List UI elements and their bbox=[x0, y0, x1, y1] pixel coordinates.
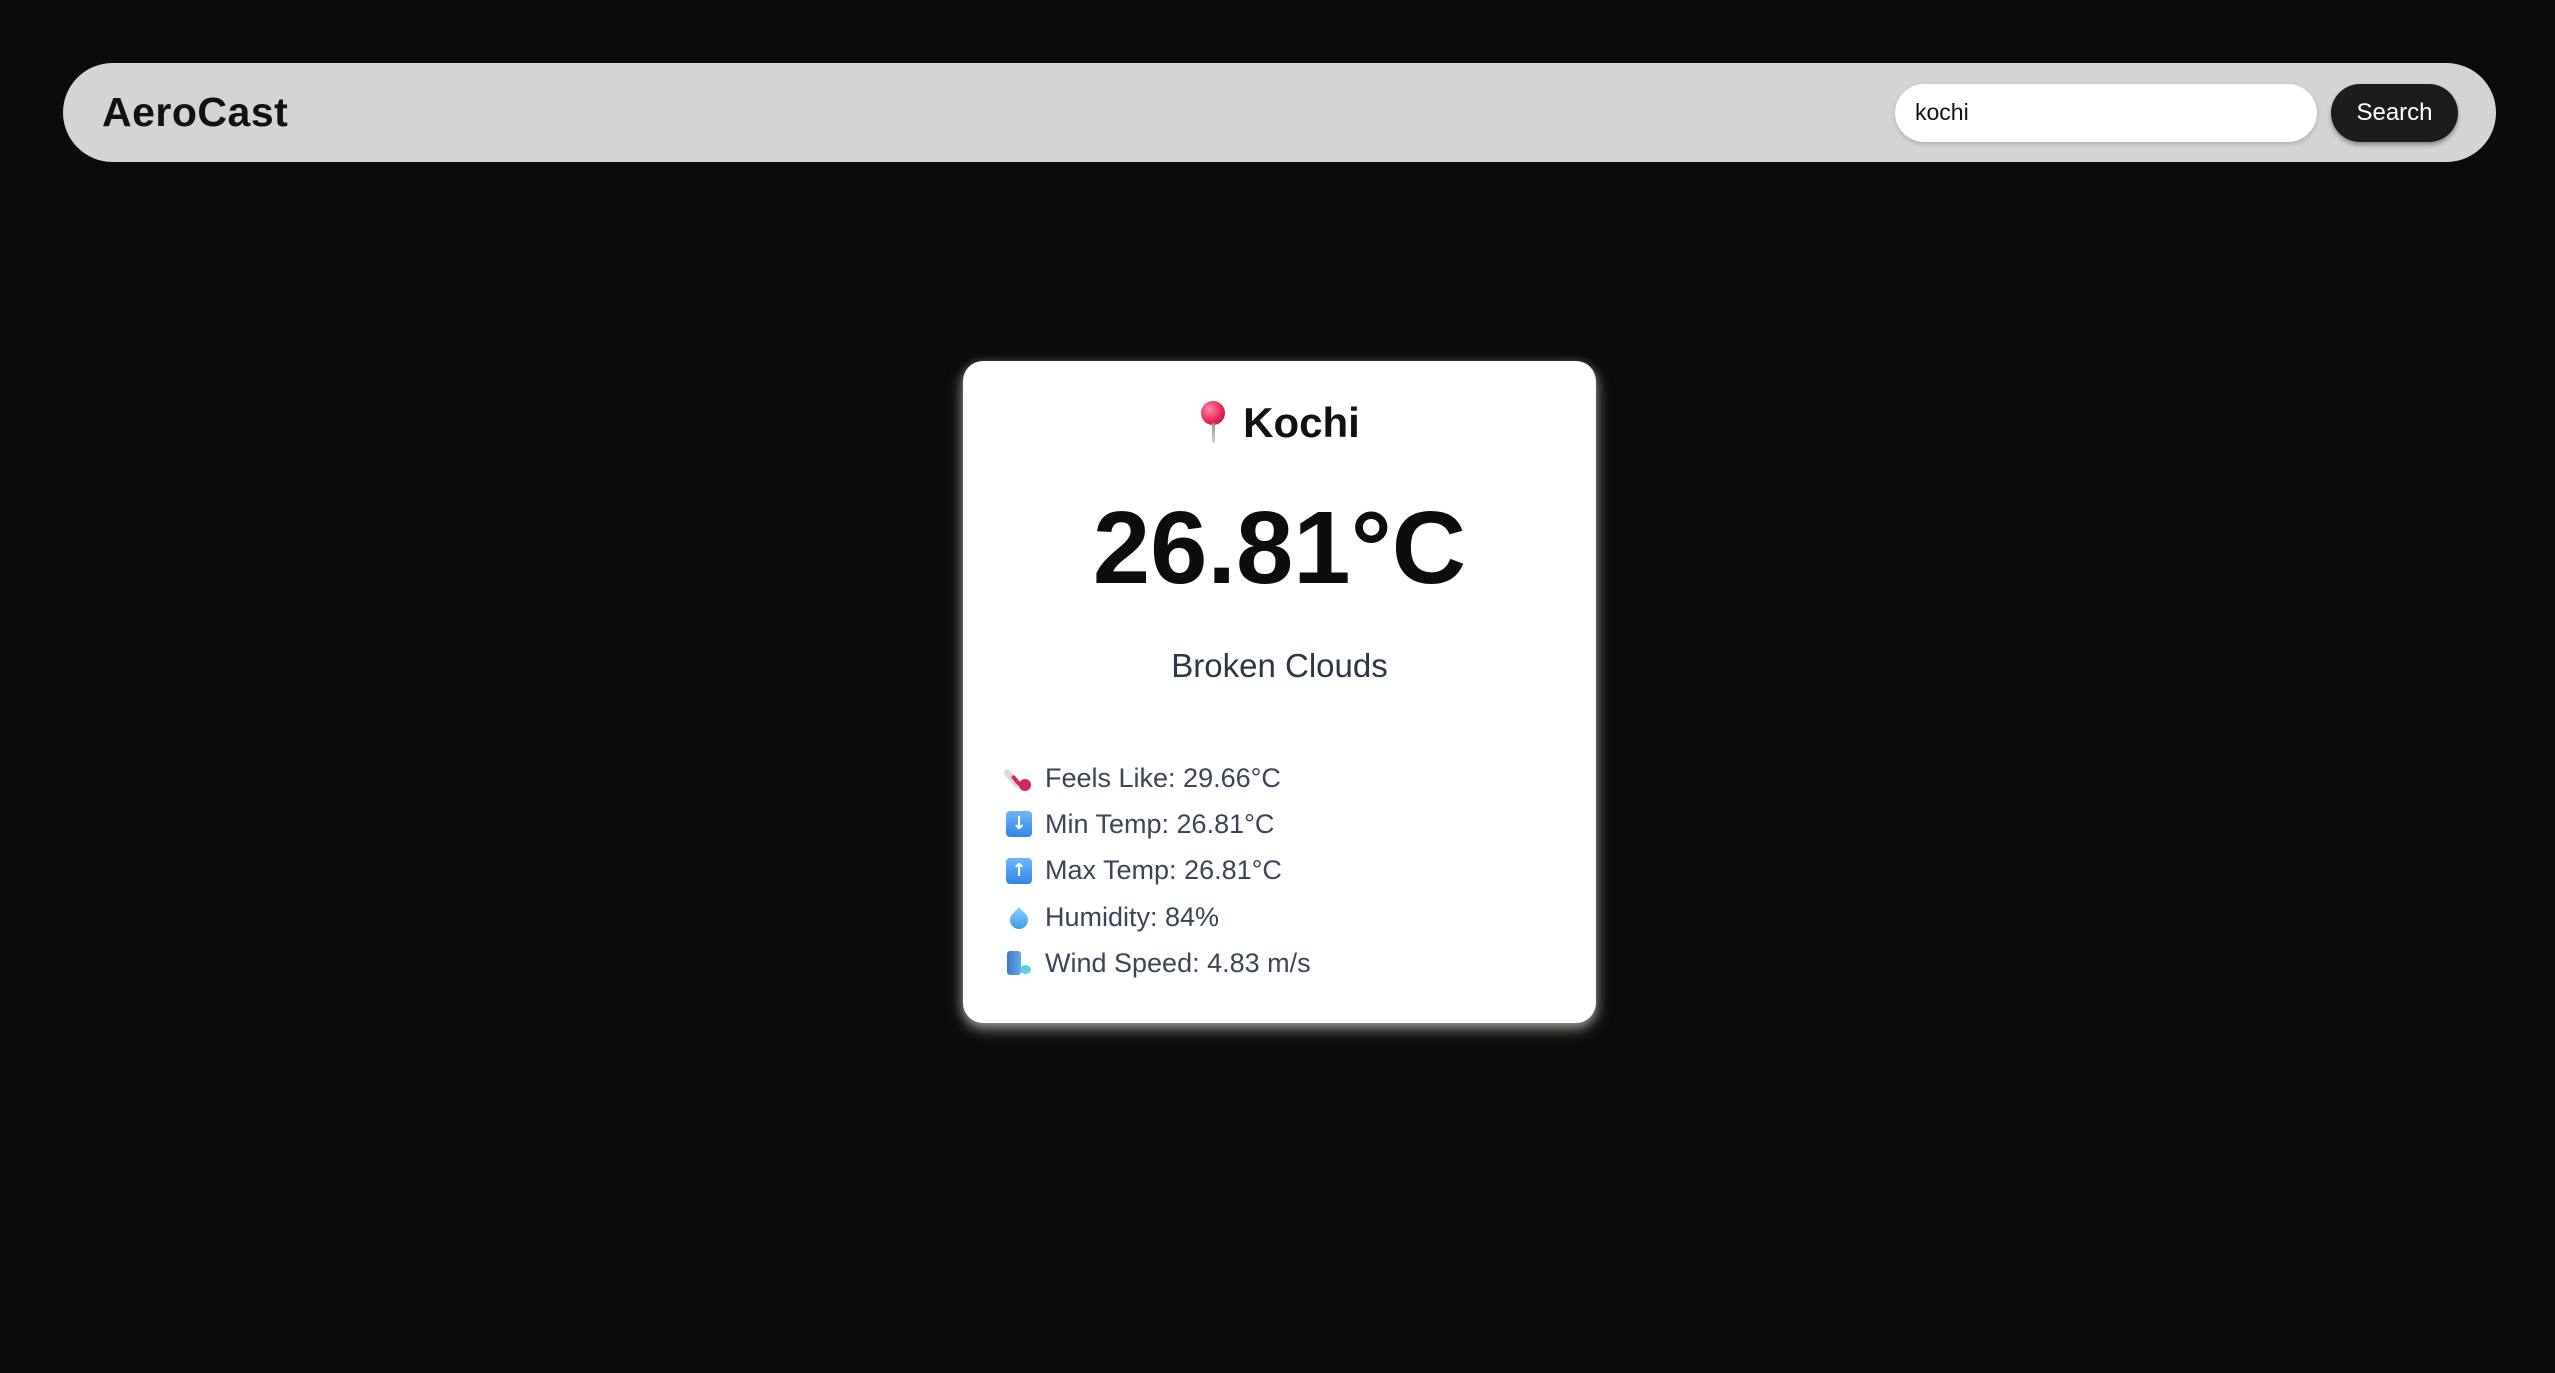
city-heading: Kochi bbox=[963, 399, 1596, 447]
up-arrow-icon: ↑ bbox=[1005, 857, 1033, 885]
search-input[interactable] bbox=[1895, 83, 2317, 142]
detail-text: Wind Speed: 4.83 m/s bbox=[1045, 947, 1311, 978]
search-button[interactable]: Search bbox=[2331, 83, 2458, 142]
detail-text: Max Temp: 26.81°C bbox=[1045, 855, 1282, 886]
down-arrow-icon: ↓ bbox=[1005, 810, 1033, 838]
detail-feels-like: Feels Like: 29.66°C bbox=[1002, 755, 1311, 801]
city-name: Kochi bbox=[1243, 399, 1360, 446]
detail-text: Min Temp: 26.81°C bbox=[1045, 808, 1275, 839]
detail-wind-speed: Wind Speed: 4.83 m/s bbox=[1005, 940, 1311, 986]
search-form: Search bbox=[1895, 83, 2458, 142]
detail-min-temp: ↓ Min Temp: 26.81°C bbox=[1005, 801, 1311, 847]
weather-description: Broken Clouds bbox=[1171, 647, 1388, 684]
detail-text: Feels Like: 29.66°C bbox=[1045, 762, 1281, 793]
weather-details-list: Feels Like: 29.66°C ↓ Min Temp: 26.81°C … bbox=[1002, 755, 1311, 986]
current-temperature: 26.81°C bbox=[1092, 490, 1467, 605]
thermometer-icon bbox=[1002, 764, 1033, 792]
pushpin-icon bbox=[1199, 401, 1227, 445]
weather-card: Kochi 26.81°C Broken Clouds Feels Like: … bbox=[963, 361, 1596, 1023]
wind-icon bbox=[1005, 949, 1033, 977]
navbar: AeroCast Search bbox=[63, 63, 2496, 162]
detail-text: Humidity: 84% bbox=[1045, 901, 1220, 932]
droplet-icon bbox=[1005, 903, 1033, 933]
detail-max-temp: ↑ Max Temp: 26.81°C bbox=[1005, 848, 1311, 894]
detail-humidity: Humidity: 84% bbox=[1005, 894, 1311, 940]
brand-logo[interactable]: AeroCast bbox=[102, 89, 288, 136]
